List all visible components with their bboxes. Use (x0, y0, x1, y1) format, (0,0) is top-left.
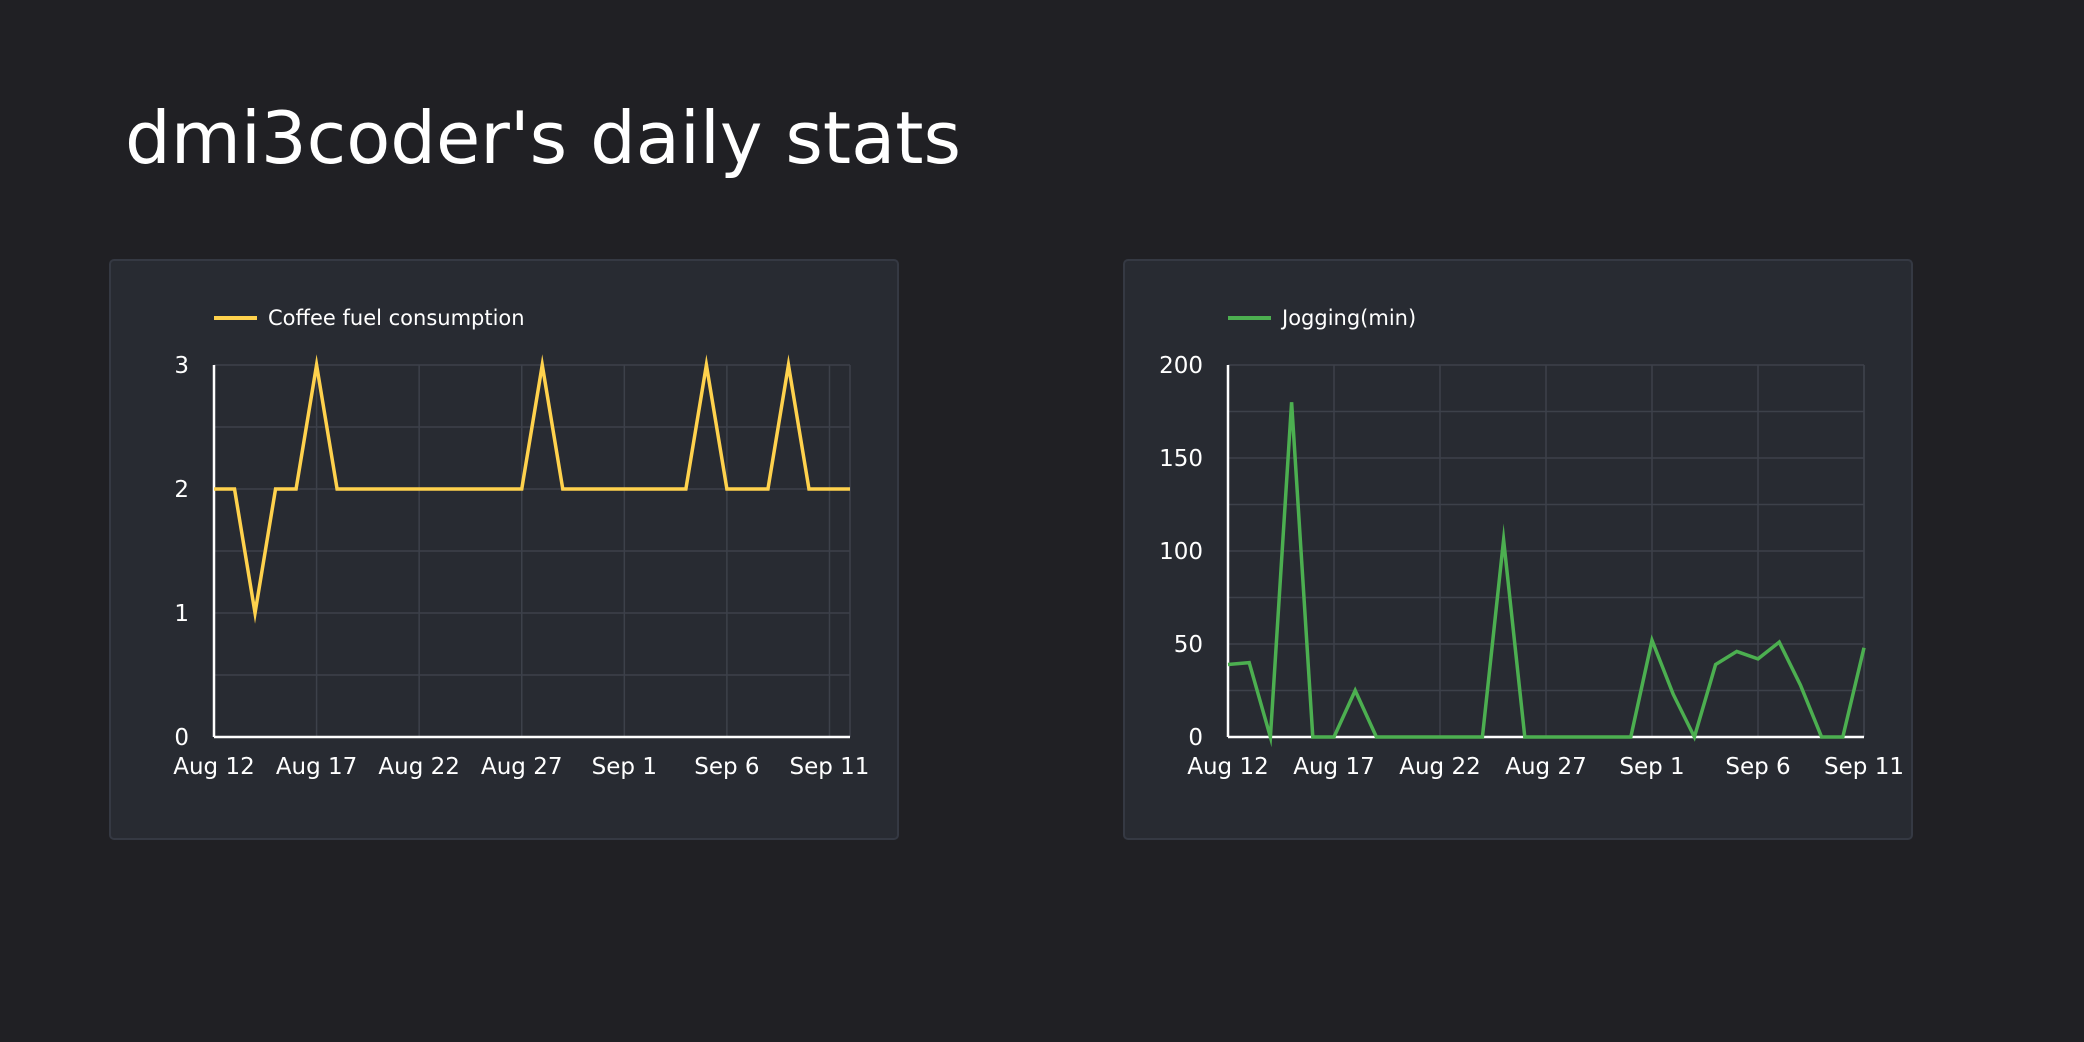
jogging-y-tick-label: 0 (1188, 725, 1203, 751)
jogging-x-tick-label: Aug 27 (1505, 754, 1587, 780)
coffee-y-tick-label: 0 (174, 725, 189, 751)
coffee-x-tick-label: Aug 12 (173, 754, 255, 780)
coffee-legend-label: Coffee fuel consumption (268, 306, 525, 330)
jogging-y-tick-label: 50 (1174, 632, 1203, 658)
jogging-y-tick-label: 200 (1159, 353, 1203, 379)
coffee-chart-panel: 0 1 2 3 Aug 12 Aug 17 Aug 22 Aug 27 Sep 1 Sep 6 Se… (109, 259, 899, 840)
jogging-x-tick-label: Sep 6 (1725, 754, 1790, 780)
jogging-legend: Jogging(min) (1228, 306, 1416, 330)
jogging-x-tick-label: Aug 12 (1187, 754, 1269, 780)
jogging-grid (1227, 364, 1865, 738)
jogging-chart: 0 50 100 150 200 Aug 12 Aug 17 Aug 22 Aug 27 Sep … (1159, 306, 1904, 780)
coffee-chart: 0 1 2 3 Aug 12 Aug 17 Aug 22 Aug 27 Sep 1 Sep 6 Se… (173, 306, 870, 780)
coffee-y-tick-label: 1 (174, 601, 189, 627)
coffee-x-tick-label: Aug 17 (276, 754, 358, 780)
coffee-y-tick-label: 2 (174, 477, 189, 503)
coffee-x-tick-label: Sep 6 (694, 754, 759, 780)
page-title: dmi3coder's daily stats (125, 96, 962, 180)
coffee-x-tick-label: Aug 22 (378, 754, 460, 780)
coffee-y-tick-label: 3 (174, 353, 189, 379)
jogging-legend-label: Jogging(min) (1280, 306, 1416, 330)
jogging-x-tick-label: Sep 1 (1619, 754, 1684, 780)
coffee-x-tick-label: Sep 1 (592, 754, 657, 780)
jogging-x-tick-label: Aug 17 (1293, 754, 1375, 780)
jogging-y-tick-label: 100 (1159, 539, 1203, 565)
jogging-chart-panel: 0 50 100 150 200 Aug 12 Aug 17 Aug 22 Aug 27 Sep … (1123, 259, 1913, 840)
coffee-x-tick-label: Aug 27 (481, 754, 563, 780)
coffee-x-tick-label: Sep 11 (790, 754, 870, 780)
jogging-x-tick-label: Sep 11 (1824, 754, 1904, 780)
jogging-y-tick-label: 150 (1159, 446, 1203, 472)
coffee-legend: Coffee fuel consumption (214, 306, 525, 330)
jogging-x-tick-label: Aug 22 (1399, 754, 1481, 780)
